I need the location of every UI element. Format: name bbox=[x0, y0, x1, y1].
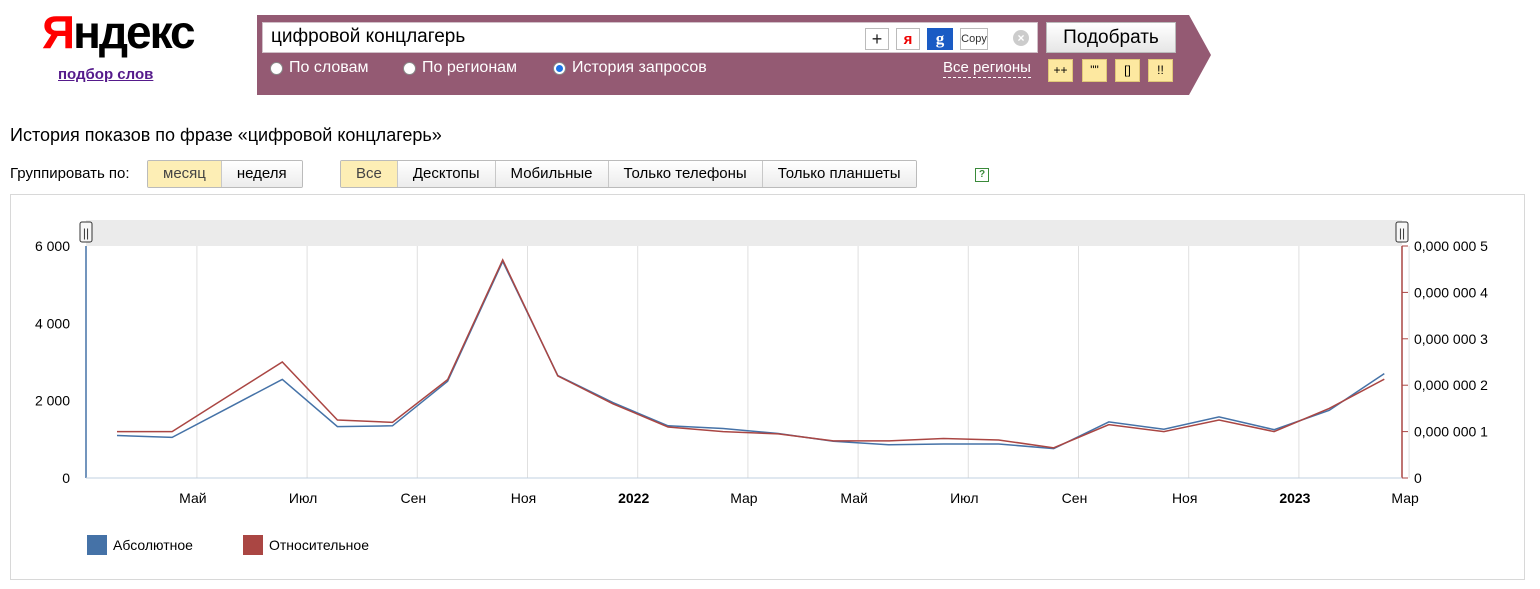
legend-label-relative: Относительное bbox=[269, 537, 369, 553]
legend-label-absolute: Абсолютное bbox=[113, 537, 193, 553]
y-right-tick-label: 0,000 000 5 bbox=[1414, 238, 1488, 254]
x-tick-label: Ноя bbox=[511, 490, 536, 506]
history-chart: || || Май Июл Сен Ноя 2022 Мар Май Июл Сен Ноя 2023 М… bbox=[35, 220, 1488, 506]
y-left-tick-label: 0 bbox=[62, 470, 70, 486]
x-tick-label: Ноя bbox=[1172, 490, 1197, 506]
navigator-handle-grip: || bbox=[1399, 226, 1405, 240]
y-right-tick-label: 0,000 000 2 bbox=[1414, 377, 1488, 393]
x-tick-label: Сен bbox=[400, 490, 426, 506]
y-right-tick-label: 0 bbox=[1414, 470, 1422, 486]
navigator-bar bbox=[86, 220, 1402, 246]
y-left-tick-label: 4 000 bbox=[35, 315, 70, 331]
legend-item-relative[interactable]: Относительное bbox=[243, 535, 369, 555]
x-tick-label: Июл bbox=[950, 490, 978, 506]
y-left-tick-label: 6 000 bbox=[35, 238, 70, 254]
y-left-tick-label: 2 000 bbox=[35, 393, 70, 409]
x-tick-label: 2023 bbox=[1279, 490, 1310, 506]
x-tick-label: Май bbox=[840, 490, 867, 506]
x-tick-label: Сен bbox=[1062, 490, 1088, 506]
y-right-tick-label: 0,000 000 3 bbox=[1414, 331, 1488, 347]
legend-swatch-relative bbox=[243, 535, 263, 555]
legend-item-absolute[interactable]: Абсолютное bbox=[87, 535, 193, 555]
x-tick-label: Июл bbox=[289, 490, 317, 506]
navigator-handle-grip: || bbox=[83, 226, 89, 240]
legend-swatch-absolute bbox=[87, 535, 107, 555]
x-tick-label: 2022 bbox=[618, 490, 649, 506]
x-tick-label: Мар bbox=[1391, 490, 1419, 506]
y-right-tick-label: 0,000 000 4 bbox=[1414, 284, 1488, 300]
x-tick-label: Май bbox=[179, 490, 206, 506]
y-right-tick-label: 0,000 000 1 bbox=[1414, 424, 1488, 440]
x-tick-label: Мар bbox=[730, 490, 758, 506]
